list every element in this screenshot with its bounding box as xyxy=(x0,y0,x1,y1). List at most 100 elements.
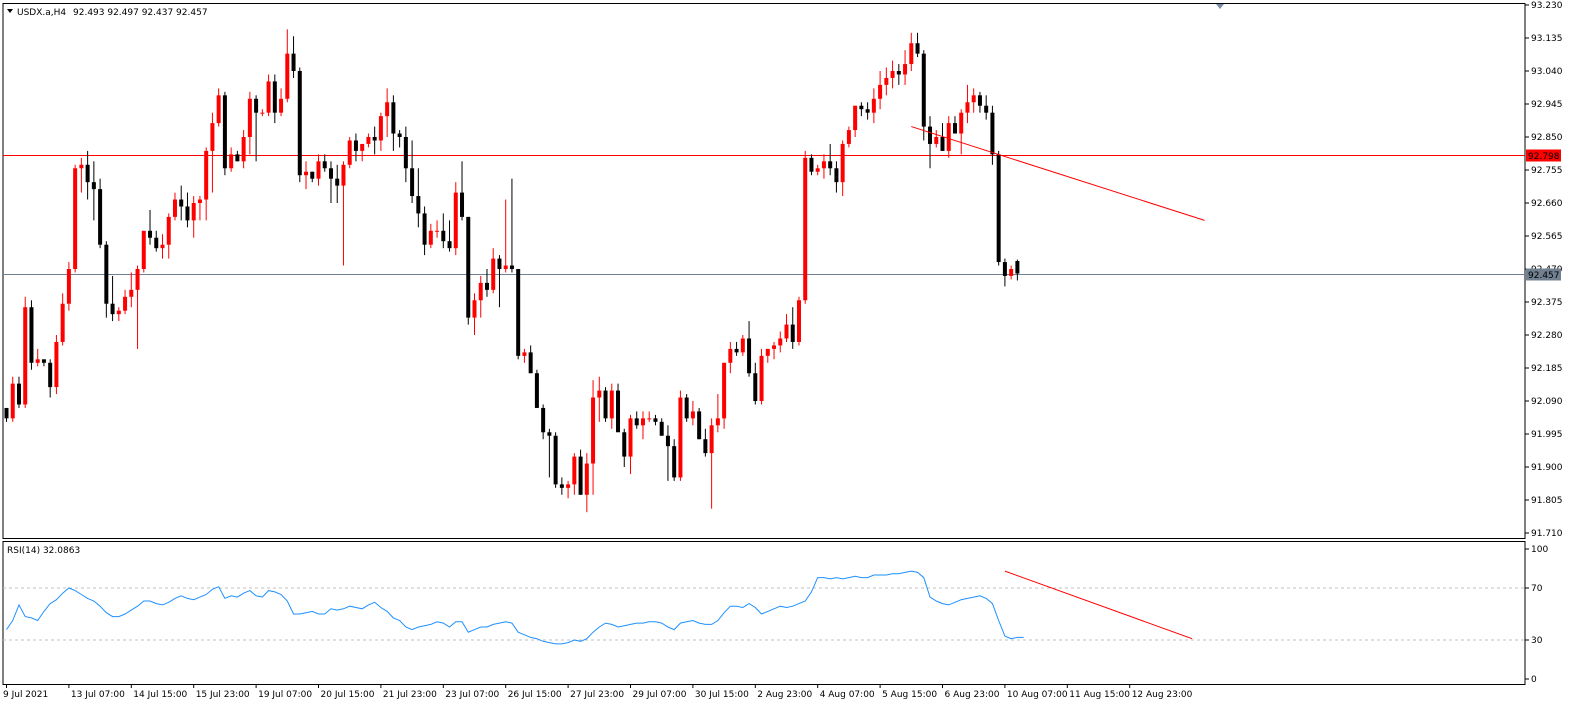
candle-body xyxy=(628,418,633,457)
candle xyxy=(435,220,440,238)
candle-body xyxy=(335,178,340,186)
candle xyxy=(410,140,415,203)
candle-body xyxy=(778,338,783,346)
candle-body xyxy=(466,216,471,318)
time-tick-label: 20 Jul 15:00 xyxy=(321,690,375,700)
candle-body xyxy=(285,53,290,99)
candle xyxy=(722,362,727,429)
candle xyxy=(123,289,128,315)
candle xyxy=(110,275,115,322)
candle xyxy=(260,109,265,117)
candle-body xyxy=(316,161,321,179)
candle-body xyxy=(534,373,539,408)
candle-body xyxy=(66,269,71,304)
candle xyxy=(522,348,527,363)
candle-body xyxy=(578,456,583,495)
candle-body xyxy=(541,407,546,433)
candle-body xyxy=(815,168,820,172)
candle-body xyxy=(29,307,34,363)
candle-body xyxy=(790,324,795,342)
candle xyxy=(216,88,221,127)
candle-body xyxy=(715,418,720,426)
candle-body xyxy=(497,258,502,269)
candle xyxy=(884,67,889,96)
candle xyxy=(416,168,421,228)
candle-body xyxy=(353,140,358,151)
price-tick-label: 92.375 xyxy=(1531,298,1563,308)
candle xyxy=(846,126,851,148)
candle xyxy=(528,345,533,374)
candle xyxy=(304,161,309,190)
candle xyxy=(715,394,720,433)
price-tick-label: 92.945 xyxy=(1531,100,1563,110)
candle-body xyxy=(934,137,939,144)
candle-body xyxy=(634,418,639,426)
candle-body xyxy=(640,418,645,426)
candle xyxy=(160,234,165,259)
candle-body xyxy=(135,269,140,290)
candle-body xyxy=(460,192,465,217)
candle-body xyxy=(853,105,858,131)
candle-body xyxy=(172,199,177,217)
candle xyxy=(35,348,40,367)
candle xyxy=(828,143,833,176)
candle-body xyxy=(23,307,28,405)
candle xyxy=(428,223,433,249)
price-tick-label: 92.755 xyxy=(1531,166,1563,176)
candle-body xyxy=(378,116,383,141)
candle-body xyxy=(597,390,602,398)
candle-body xyxy=(553,435,558,485)
candle xyxy=(909,32,914,71)
candle-body xyxy=(35,359,40,363)
candle xyxy=(478,275,483,318)
candle xyxy=(472,293,477,335)
candle-body xyxy=(179,199,184,207)
horizontal-lines xyxy=(3,155,1525,275)
candle xyxy=(328,161,333,203)
candle-body xyxy=(484,282,489,290)
candles-layer xyxy=(4,29,1020,513)
candle xyxy=(241,130,246,169)
candle xyxy=(16,376,21,408)
candle xyxy=(279,88,284,117)
candle xyxy=(266,74,271,117)
candle xyxy=(254,95,259,162)
candle xyxy=(653,414,658,426)
chart-shift-marker-icon[interactable] xyxy=(1216,4,1224,9)
candle xyxy=(154,230,159,252)
candle xyxy=(928,116,933,169)
candle xyxy=(204,147,209,221)
candle-body xyxy=(129,289,134,297)
candle xyxy=(971,88,976,113)
candle xyxy=(534,369,539,408)
candle xyxy=(740,335,745,356)
candle xyxy=(566,480,571,499)
candle xyxy=(422,206,427,256)
candle-body xyxy=(896,71,901,75)
candle-body xyxy=(971,95,976,103)
candle-body xyxy=(572,456,577,485)
candle xyxy=(591,380,596,495)
price-trendline xyxy=(911,126,1205,221)
candle-body xyxy=(422,213,427,245)
candle xyxy=(921,50,926,141)
candle-body xyxy=(753,373,758,401)
symbol-dropdown-icon[interactable] xyxy=(7,9,13,13)
candle-body xyxy=(472,300,477,318)
candle-body xyxy=(191,203,196,221)
candle-body xyxy=(1015,261,1020,274)
candle-body xyxy=(241,137,246,162)
candle xyxy=(678,390,683,481)
candle xyxy=(871,88,876,124)
candle-body xyxy=(697,411,702,440)
price-tick-label: 91.900 xyxy=(1531,463,1563,473)
candle xyxy=(896,64,901,85)
candle xyxy=(222,91,227,176)
chart-canvas[interactable]: 93.230 93.135 93.040 92.945 92.850 92.755 92.6… xyxy=(0,0,1583,712)
candle xyxy=(959,109,964,155)
rsi-line-layer xyxy=(6,570,1024,645)
candle xyxy=(584,453,589,513)
candle xyxy=(859,102,864,117)
candle-body xyxy=(747,338,752,374)
candle xyxy=(659,418,664,436)
